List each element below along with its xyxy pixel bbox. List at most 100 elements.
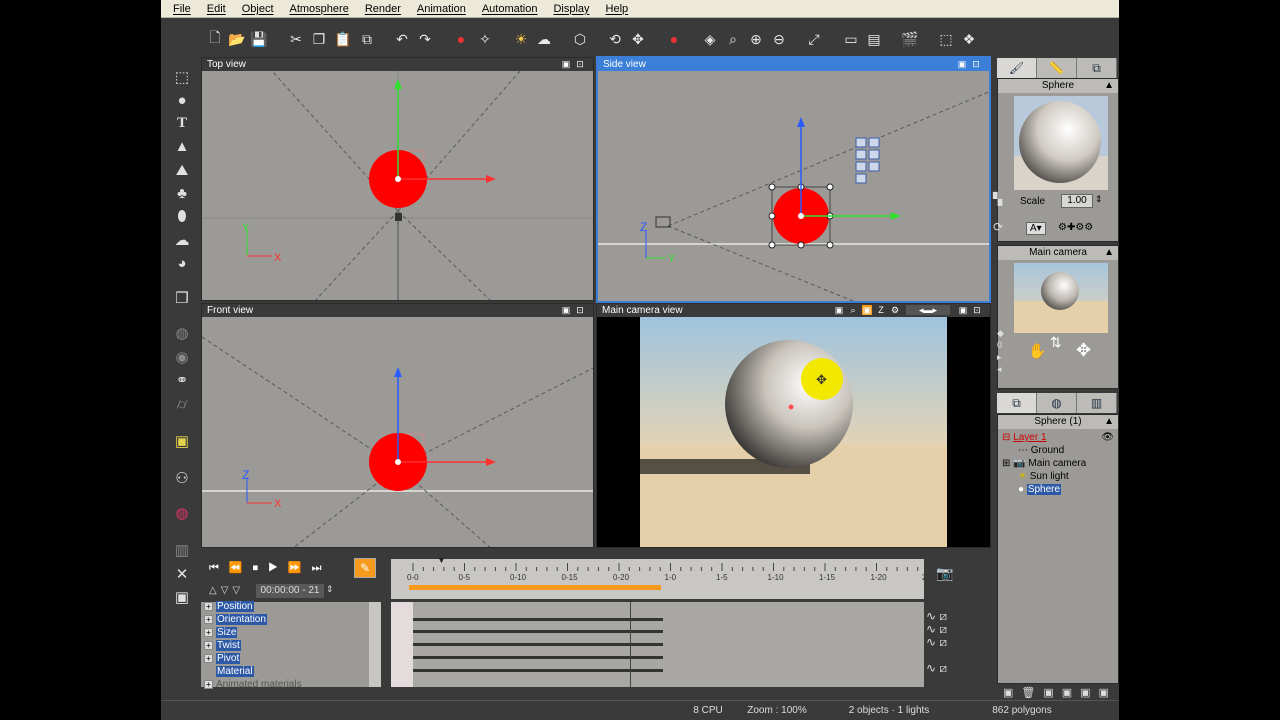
camera-z-icon[interactable]: Z [876, 305, 886, 315]
top-view-viewport[interactable]: Top view ▣ ⊡ Y X [201, 57, 594, 301]
track-scrollbar[interactable] [369, 602, 381, 687]
select-tool-icon[interactable]: ⬚ [172, 67, 192, 87]
copy-icon[interactable]: ❐ [309, 29, 329, 49]
menu-display[interactable]: Display [545, 3, 597, 15]
material-a-button[interactable]: A▾ [1026, 222, 1046, 235]
camera-view-viewport[interactable]: Main camera view ▣ ⌕ ▣ Z ⚙ ◂▬▸ ▣ ⊡ ✥ [596, 303, 991, 548]
cloud-layer-icon[interactable]: ☁ [172, 230, 192, 250]
move-tool-icon[interactable]: ✥ [628, 29, 648, 49]
fit-view-icon[interactable]: ⤢ [804, 29, 824, 49]
orbit-icon[interactable]: ✥ [1076, 340, 1091, 361]
timeline-camera-icon[interactable]: 📷 [936, 565, 953, 582]
material-thumbnail[interactable] [1014, 96, 1108, 190]
paste-icon[interactable]: 📋 [333, 29, 353, 49]
keyframe-area[interactable] [391, 602, 924, 687]
track-position[interactable]: + Position [204, 600, 369, 613]
timeline-ruler[interactable]: 0-0 0-5 0-10 0-15 0-20 1-0 1-5 1-10 1-15 1-20 2-0 [391, 559, 924, 599]
front-view-viewport[interactable]: Front view ▣ ⊡ Z X [201, 303, 594, 548]
boolean-icon[interactable]: ◍ [172, 323, 192, 343]
save-icon[interactable]: 💾 [249, 29, 269, 49]
camera-slider[interactable]: ◂▬▸ [906, 305, 950, 315]
viewport-maximize-icon[interactable]: ⊡ [575, 59, 585, 69]
link-icon[interactable]: ⚭ [172, 370, 192, 390]
scene-tree-actions[interactable]: ▣🗑▣▣▣▣ [1003, 686, 1117, 699]
camera-settings-icon[interactable]: ⚙ [890, 305, 900, 315]
transform-icon[interactable]: ✕ [172, 564, 192, 584]
viewport-menu-icon[interactable]: ▣ [561, 59, 571, 69]
mountain-icon[interactable]: ⛰ [172, 160, 192, 180]
viewport-maximize-icon[interactable]: ⊡ [971, 59, 981, 69]
render-area-icon[interactable]: ✧ [475, 29, 495, 49]
interpolation-curve-icons[interactable]: ∿ ⧄ ∿ ⧄ ∿ ⧄ ∿ ⧄ [926, 610, 947, 675]
track-orientation[interactable]: + Orientation [204, 613, 369, 626]
cylinder-icon[interactable]: ⌭ [172, 394, 192, 414]
color-balls-icon[interactable]: ● [664, 29, 684, 49]
metaball-icon[interactable]: ◉ [172, 347, 192, 367]
camera-zoom-icon[interactable]: ⌕ [848, 305, 858, 315]
scale-input[interactable]: 1.00 [1061, 194, 1093, 208]
rotate-tool-icon[interactable]: ⟲ [605, 29, 625, 49]
render-icon[interactable]: ● [451, 29, 471, 49]
track-animated-materials[interactable]: + Animated materials [204, 678, 369, 691]
viewport-menu-icon[interactable]: ▣ [561, 305, 571, 315]
duplicate-icon[interactable]: ⧉ [357, 29, 377, 49]
camera-thumbnail[interactable] [1014, 263, 1108, 333]
view-cube-icon[interactable]: ◈ [700, 29, 720, 49]
menu-render[interactable]: Render [357, 3, 409, 15]
viewport-menu-icon[interactable]: ▣ [958, 305, 968, 315]
collapse-arrow-icon[interactable]: ▲ [1104, 246, 1114, 260]
zoom-region-icon[interactable]: ⌕ [723, 29, 743, 49]
side-view-viewport[interactable]: Side view ▣ ⊡ Z Y [596, 56, 991, 303]
time-cursor-handle[interactable]: ▼ [437, 555, 446, 565]
menu-file[interactable]: File [165, 3, 199, 15]
terrain-icon[interactable]: ▲ [172, 136, 192, 156]
tab-ruler[interactable]: 📏 [1037, 58, 1077, 78]
tree-layer-1[interactable]: ⊟ Layer 1 👁 [1002, 431, 1114, 444]
tab-objects[interactable]: ⧉ [1077, 58, 1117, 78]
selection-frame-icon[interactable]: ⬚ [936, 29, 956, 49]
tree-main-camera[interactable]: ⊞ 📷 Main camera [1002, 457, 1086, 470]
bar-chart-icon[interactable]: ▥ [172, 540, 192, 560]
camera-side-controls[interactable]: ◆ 0 ▸ ◂ [997, 327, 1004, 375]
plant-icon[interactable]: ♣ [172, 183, 192, 203]
visibility-eye-icon[interactable]: 👁 [1101, 431, 1114, 444]
redo-icon[interactable]: ↷ [415, 29, 435, 49]
film-icon[interactable]: ▭ [841, 29, 861, 49]
text-object-icon[interactable]: T [172, 113, 192, 133]
collapse-arrow-icon[interactable]: ▲ [1104, 79, 1114, 93]
keyframe-nav-icons[interactable]: △▽▽ [209, 585, 244, 596]
cube-icon[interactable]: ⬡ [570, 29, 590, 49]
globe-icon[interactable]: ◍ [172, 503, 192, 523]
playback-controls[interactable]: ⏮⏪⏹▶⏩⏭ [209, 561, 332, 575]
cut-icon[interactable]: ✂ [286, 29, 306, 49]
zoom-out-icon[interactable]: ⊖ [769, 29, 789, 49]
menu-help[interactable]: Help [598, 3, 637, 15]
film-frames-icon[interactable]: ▤ [864, 29, 884, 49]
rock-icon[interactable]: ⬮ [172, 206, 192, 226]
tree-sphere[interactable]: ● Sphere [1018, 483, 1062, 496]
light-grid-icon[interactable]: ▣ [172, 431, 192, 451]
scale-stepper-icon[interactable]: ⇕ [1095, 194, 1103, 205]
menu-animation[interactable]: Animation [409, 3, 474, 15]
planet-icon[interactable]: ◕ [172, 253, 192, 273]
viewport-maximize-icon[interactable]: ⊡ [972, 305, 982, 315]
menu-atmosphere[interactable]: Atmosphere [282, 3, 357, 15]
tab-material-brush[interactable]: 🖌 [997, 58, 1037, 78]
tab-scene-links[interactable]: ▥ [1077, 393, 1117, 413]
time-cursor[interactable] [630, 602, 631, 687]
camera-lock-icon[interactable]: ▣ [862, 305, 872, 315]
time-stepper-icon[interactable]: ⇕ [326, 584, 334, 595]
menu-edit[interactable]: Edit [199, 3, 234, 15]
tab-scene-objects[interactable]: ⧉ [997, 393, 1037, 413]
tree-ground[interactable]: ⋯ Ground [1018, 444, 1064, 457]
refresh-icon[interactable]: ⟳ [993, 220, 1003, 234]
viewport-menu-icon[interactable]: ▣ [957, 59, 967, 69]
camera-menu-icon[interactable]: ▣ [834, 305, 844, 315]
people-icon[interactable]: ⚇ [172, 468, 192, 488]
sun-icon[interactable]: ☀ [511, 29, 531, 49]
menu-object[interactable]: Object [234, 3, 282, 15]
cloud-icon[interactable]: ☁ [534, 29, 554, 49]
material-tools-icon[interactable]: ⚙✚⚙⚙ [1058, 222, 1093, 233]
group-icon[interactable]: ❒ [172, 288, 192, 308]
box-icon[interactable]: ▣ [172, 587, 192, 607]
